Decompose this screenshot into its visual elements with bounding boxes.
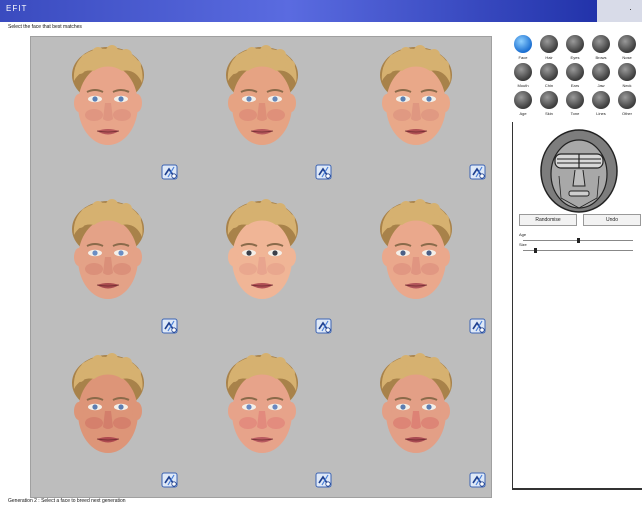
schematic-face-icon	[540, 129, 618, 213]
slider-label: Size	[519, 242, 527, 247]
head-icon	[540, 63, 558, 81]
feature-button[interactable]: Jaw	[588, 62, 614, 90]
feature-label: Tone	[570, 111, 580, 116]
randomise-button[interactable]: Randomise	[519, 214, 577, 226]
efit-window: EFIT · Select the face that best matches	[0, 0, 642, 506]
feature-selector: Face Hair Eyes Brows Nose Mouth Chin Ears Jaw Nec…	[510, 34, 642, 122]
head-icon	[618, 91, 636, 109]
feature-button[interactable]: Other	[614, 90, 640, 118]
slider-thumb[interactable]	[576, 238, 580, 243]
feature-label: Eyes	[570, 55, 580, 60]
window-title: EFIT	[6, 4, 28, 13]
feature-label: Chin	[544, 83, 554, 88]
head-icon	[566, 35, 584, 53]
slider-track[interactable]	[523, 238, 633, 243]
feature-label: Skin	[545, 111, 553, 116]
side-panel: Face Hair Eyes Brows Nose Mouth Chin Ears Jaw Nec…	[510, 34, 642, 496]
select-face-icon[interactable]	[315, 317, 333, 335]
feature-editor: Randomise Undo Age Size	[512, 122, 642, 490]
face-cell[interactable]	[339, 191, 493, 345]
feature-button[interactable]: Eyes	[562, 34, 588, 62]
feature-label: Brows	[595, 55, 607, 60]
feature-label: Hair	[545, 55, 553, 60]
feature-button[interactable]: Tone	[562, 90, 588, 118]
feature-label: Ears	[570, 83, 580, 88]
slider-track[interactable]	[523, 248, 633, 253]
feature-label: Neck	[622, 83, 632, 88]
head-icon	[592, 63, 610, 81]
feature-button[interactable]: Ears	[562, 62, 588, 90]
head-icon	[592, 35, 610, 53]
feature-label: Jaw	[597, 83, 605, 88]
select-face-icon[interactable]	[469, 163, 487, 181]
select-face-icon[interactable]	[469, 471, 487, 489]
head-icon	[540, 35, 558, 53]
face-image[interactable]	[68, 199, 148, 303]
head-icon	[540, 91, 558, 109]
face-image[interactable]	[222, 353, 302, 457]
feature-label: Nose	[622, 55, 632, 60]
title-bar-control[interactable]: ·	[629, 4, 632, 14]
feature-button[interactable]: Skin	[536, 90, 562, 118]
face-image[interactable]	[376, 353, 456, 457]
undo-button[interactable]: Undo	[583, 214, 641, 226]
feature-button[interactable]: Chin	[536, 62, 562, 90]
face-image[interactable]	[376, 45, 456, 149]
feature-button[interactable]: Hair	[536, 34, 562, 62]
select-face-icon[interactable]	[469, 317, 487, 335]
head-icon	[618, 63, 636, 81]
face-cell[interactable]	[185, 37, 339, 191]
feature-button[interactable]: Nose	[614, 34, 640, 62]
head-icon	[514, 35, 532, 53]
feature-label: Face	[518, 55, 528, 60]
face-image[interactable]	[68, 45, 148, 149]
head-icon	[514, 91, 532, 109]
feature-label: Other	[621, 111, 632, 116]
face-cell[interactable]	[339, 345, 493, 499]
head-icon	[566, 63, 584, 81]
face-cell[interactable]	[339, 37, 493, 191]
feature-label: Mouth	[517, 83, 529, 88]
face-grid	[30, 36, 492, 498]
select-face-icon[interactable]	[161, 471, 179, 489]
feature-label: Lines	[596, 111, 606, 116]
face-image[interactable]	[222, 45, 302, 149]
face-cell[interactable]	[185, 191, 339, 345]
title-bar[interactable]: EFIT ·	[0, 0, 642, 22]
face-image[interactable]	[376, 199, 456, 303]
feature-button[interactable]: Age	[510, 90, 536, 118]
instruction-text: Select the face that best matches	[8, 24, 82, 30]
feature-button[interactable]: Neck	[614, 62, 640, 90]
face-cell[interactable]	[31, 191, 185, 345]
face-image[interactable]	[68, 353, 148, 457]
face-cell[interactable]	[31, 37, 185, 191]
select-face-icon[interactable]	[315, 163, 333, 181]
feature-button[interactable]: Lines	[588, 90, 614, 118]
select-face-icon[interactable]	[161, 317, 179, 335]
face-cell[interactable]	[185, 345, 339, 499]
head-icon	[592, 91, 610, 109]
head-icon	[618, 35, 636, 53]
slider-label: Age	[519, 232, 527, 237]
status-bar: Generation 2 : Select a face to breed ne…	[8, 498, 126, 504]
feature-label: Age	[519, 111, 527, 116]
head-icon	[514, 63, 532, 81]
feature-button[interactable]: Face	[510, 34, 536, 62]
head-icon	[566, 91, 584, 109]
slider-thumb[interactable]	[533, 248, 537, 253]
feature-button[interactable]: Brows	[588, 34, 614, 62]
select-face-icon[interactable]	[315, 471, 333, 489]
face-image[interactable]	[222, 199, 302, 303]
face-cell[interactable]	[31, 345, 185, 499]
select-face-icon[interactable]	[161, 163, 179, 181]
feature-button[interactable]: Mouth	[510, 62, 536, 90]
